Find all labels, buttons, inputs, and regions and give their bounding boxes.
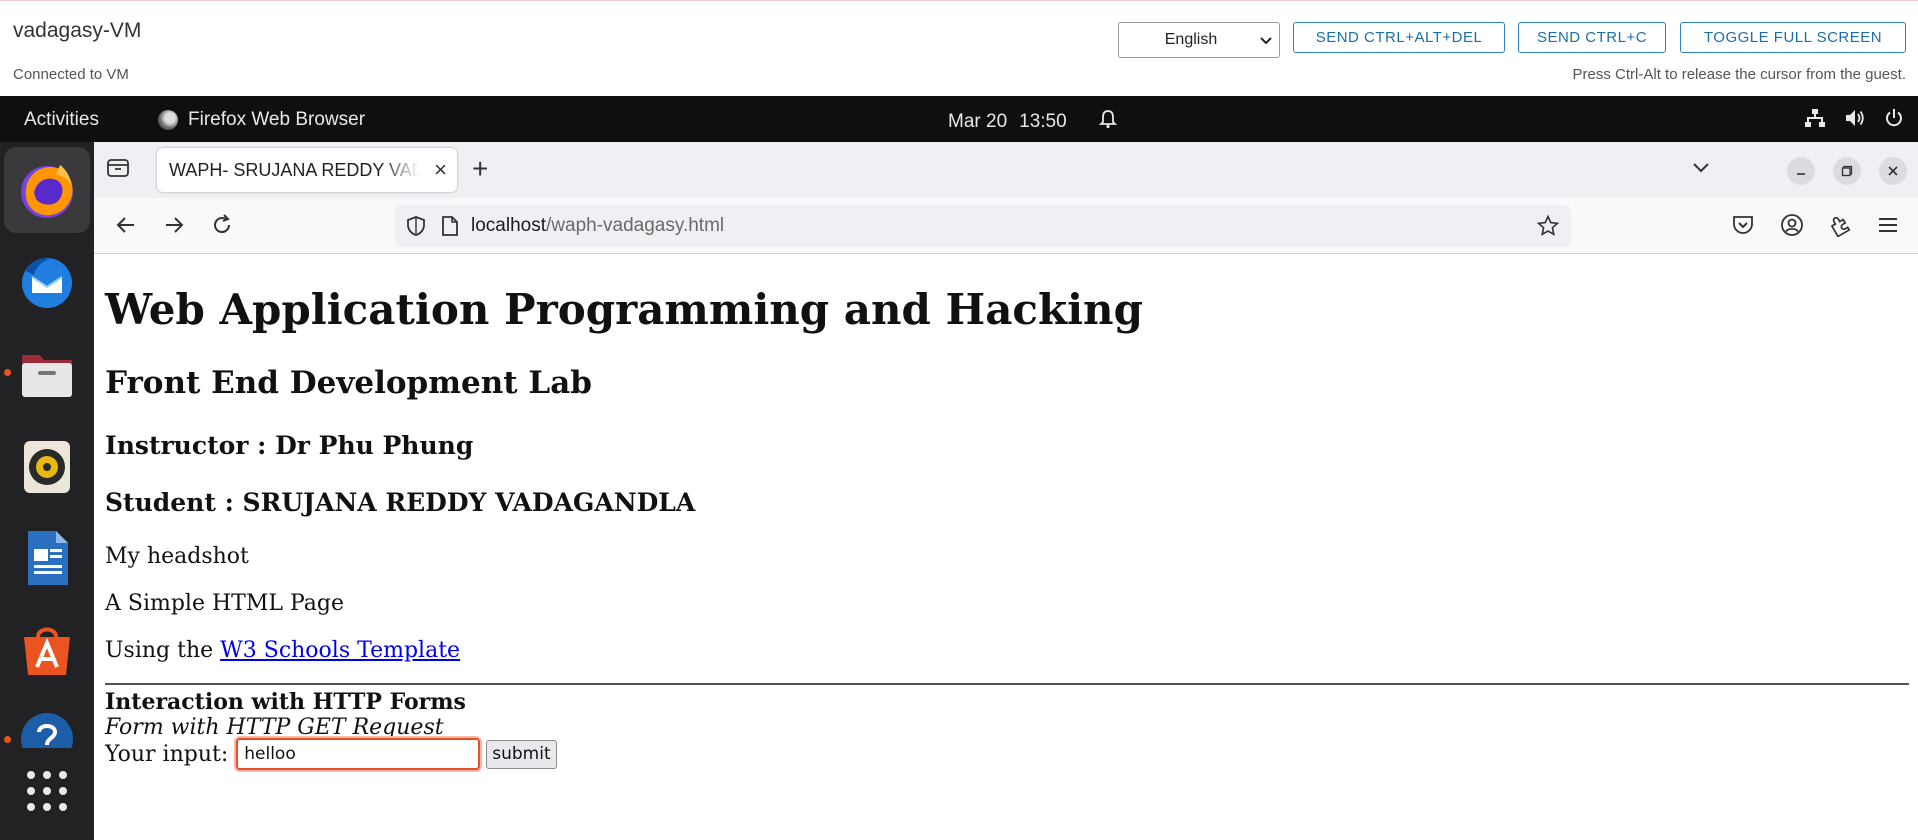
form-section-title: Interaction with HTTP Forms <box>105 689 466 715</box>
vm-connection-status: Connected to VM <box>13 66 129 83</box>
app-menu-label: Firefox Web Browser <box>188 109 366 130</box>
forward-arrow-icon[interactable] <box>162 213 186 242</box>
minimize-window-button[interactable] <box>1787 157 1815 185</box>
clock-time: 13:50 <box>1019 111 1067 132</box>
files-icon[interactable] <box>4 331 90 417</box>
url-path: /waph-vadagasy.html <box>546 215 725 236</box>
rhythmbox-icon[interactable] <box>4 423 90 509</box>
notification-bell-icon <box>1098 109 1117 135</box>
activities-button[interactable]: Activities <box>24 109 99 131</box>
web-page-content: Web Application Programming and Hacking … <box>94 255 1918 840</box>
show-apps-icon[interactable] <box>4 748 90 834</box>
tab-title: WAPH- SRUJANA REDDY VADAGANDLA <box>169 159 419 180</box>
firefox-icon[interactable] <box>4 147 90 233</box>
instructor-heading: Instructor : Dr Phu Phung <box>105 431 474 460</box>
clock[interactable]: Mar 20 13:50 <box>948 109 1117 135</box>
toggle-full-screen-button[interactable]: TOGGLE FULL SCREEN <box>1680 22 1906 53</box>
thunderbird-icon[interactable] <box>4 239 90 325</box>
network-icon <box>1804 108 1826 134</box>
tracking-protection-shield-icon[interactable] <box>405 215 427 237</box>
app-center-icon[interactable] <box>4 607 90 693</box>
system-status-area[interactable] <box>1804 108 1904 134</box>
release-cursor-hint: Press Ctrl-Alt to release the cursor fro… <box>1572 66 1906 83</box>
firefox-view-icon[interactable] <box>106 156 130 185</box>
close-window-button[interactable] <box>1879 157 1907 185</box>
page-heading: Web Application Programming and Hacking <box>105 285 1143 334</box>
simple-page-text: A Simple HTML Page <box>105 591 345 616</box>
navigation-toolbar: localhost/waph-vadagasy.html <box>94 198 1918 254</box>
get-form: Your input: submit <box>105 738 557 770</box>
power-icon <box>1884 108 1904 134</box>
clock-date: Mar 20 <box>948 111 1008 132</box>
student-heading: Student : SRUJANA REDDY VADAGANDLA <box>105 488 696 517</box>
maximize-window-button[interactable] <box>1833 157 1861 185</box>
url-bar[interactable]: localhost/waph-vadagasy.html <box>395 205 1571 247</box>
headshot-text: My headshot <box>105 544 249 569</box>
volume-icon <box>1844 108 1866 134</box>
template-credit-prefix: Using the <box>105 638 221 663</box>
w3schools-template-link[interactable]: W3 Schools Template <box>220 638 460 663</box>
gnome-top-bar: Activities Firefox Web Browser Mar 20 13… <box>0 96 1918 142</box>
firefox-mini-icon <box>158 110 178 130</box>
app-menu-firefox[interactable]: Firefox Web Browser <box>158 109 365 131</box>
libreoffice-writer-icon[interactable] <box>4 515 90 601</box>
page-info-icon[interactable] <box>441 215 459 237</box>
lab-heading: Front End Development Lab <box>105 365 592 401</box>
send-ctrl-alt-del-button[interactable]: SEND CTRL+ALT+DEL <box>1293 22 1505 53</box>
back-arrow-icon[interactable] <box>114 213 138 242</box>
submit-button[interactable]: submit <box>486 739 557 769</box>
keyboard-language-select[interactable]: English <box>1118 22 1280 58</box>
chevron-down-icon <box>1253 33 1279 48</box>
bookmark-star-icon[interactable] <box>1536 214 1560 238</box>
tab-bar: WAPH- SRUJANA REDDY VADAGANDLA × + <box>94 142 1918 198</box>
account-icon[interactable] <box>1780 213 1804 242</box>
dock <box>0 142 94 840</box>
horizontal-rule <box>105 683 1909 685</box>
form-subtitle: Form with HTTP GET Request <box>105 715 444 740</box>
pocket-icon[interactable] <box>1731 213 1755 242</box>
tab-active[interactable]: WAPH- SRUJANA REDDY VADAGANDLA × <box>157 148 457 192</box>
help-icon[interactable] <box>4 698 90 748</box>
close-tab-icon[interactable]: × <box>434 157 447 183</box>
new-tab-button[interactable]: + <box>472 153 488 185</box>
extensions-icon[interactable] <box>1828 213 1852 242</box>
vm-title: vadagasy-VM <box>13 19 142 42</box>
your-input-field[interactable] <box>236 738 481 770</box>
vm-console-header: vadagasy-VM Connected to VM English SEND… <box>0 0 1918 96</box>
template-credit: Using the W3 Schools Template <box>105 638 460 663</box>
language-value: English <box>1164 31 1218 48</box>
reload-icon[interactable] <box>210 213 234 242</box>
input-label: Your input: <box>105 741 229 767</box>
url-text: localhost/waph-vadagasy.html <box>471 215 724 237</box>
url-host: localhost <box>471 215 546 236</box>
hamburger-menu-icon[interactable] <box>1876 213 1900 242</box>
list-all-tabs-icon[interactable] <box>1690 156 1712 183</box>
firefox-window: WAPH- SRUJANA REDDY VADAGANDLA × + <box>94 142 1918 840</box>
send-ctrl-c-button[interactable]: SEND CTRL+C <box>1518 22 1666 53</box>
